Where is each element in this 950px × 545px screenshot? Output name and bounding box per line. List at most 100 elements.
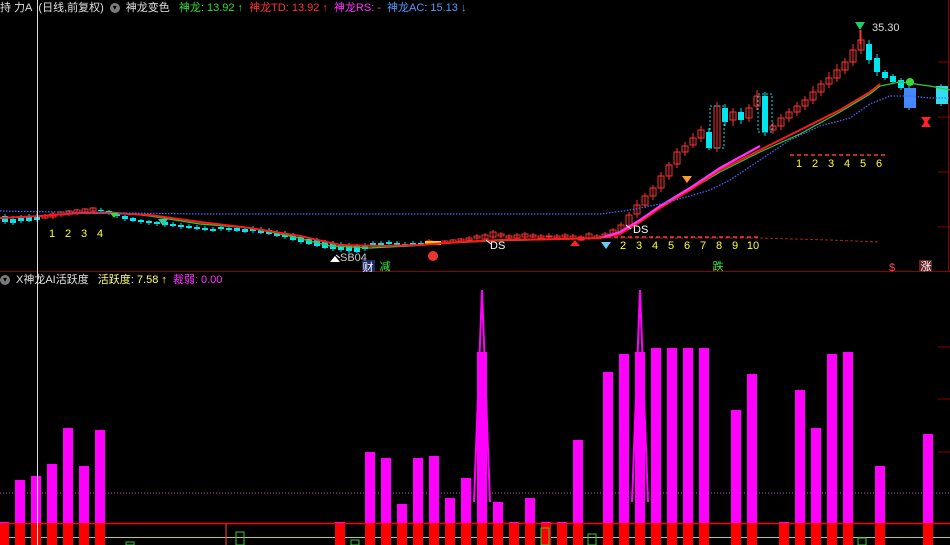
candle [545, 233, 553, 239]
candle [146, 220, 152, 225]
candle [665, 162, 673, 180]
count-label-2: 2 [620, 240, 626, 252]
candle [833, 64, 841, 82]
base-bar [31, 523, 41, 545]
candle-body [898, 80, 904, 88]
candle [857, 30, 865, 54]
candle-body [170, 224, 176, 226]
candle [729, 108, 737, 126]
candle-body [890, 76, 896, 82]
activity-bar [651, 348, 661, 545]
candle [785, 108, 793, 122]
candle [898, 78, 904, 90]
count-label-1: 2 [65, 228, 71, 240]
base-bar [619, 523, 629, 545]
base-bar [603, 523, 613, 545]
red-ball-icon [428, 251, 438, 261]
candle-body [98, 210, 104, 211]
count-label-3: 6 [876, 158, 882, 170]
count-label-3: 1 [796, 158, 802, 170]
crosshair-line [37, 0, 38, 545]
candle-body [138, 220, 144, 222]
count-label-2: 7 [700, 240, 706, 252]
base-bar [731, 523, 741, 545]
base-bar [493, 523, 503, 545]
candle-body [762, 96, 768, 132]
candle [370, 241, 376, 248]
count-label-1: 3 [81, 228, 87, 240]
activity-bar [795, 390, 805, 545]
base-bar [635, 523, 645, 545]
base-bar [445, 523, 455, 545]
candle [753, 90, 761, 110]
candle [170, 222, 176, 227]
base-bar [335, 523, 345, 545]
green-dot-icon [906, 78, 914, 86]
candlestick-chart[interactable]: 35.301 2 3 42 3 4 5 6 7 8 9 101 2 3 4 5 6DSDSSB04减跌 $ 涨财 [0, 0, 950, 272]
base-bar [843, 523, 853, 545]
die-badge: 跌 [713, 259, 724, 272]
candle [529, 233, 537, 238]
candle [745, 104, 753, 122]
candle [26, 214, 32, 222]
candle [521, 232, 529, 239]
activity-bar [667, 348, 677, 545]
candle-body [130, 218, 136, 221]
candle [673, 148, 681, 168]
base-bar [397, 523, 407, 545]
candle-body [904, 88, 916, 108]
candle [825, 72, 833, 88]
candle [713, 102, 721, 152]
candle [706, 128, 712, 150]
base-bar [573, 523, 583, 545]
candle [649, 185, 657, 200]
candle-body [234, 228, 240, 231]
candle-body [146, 221, 152, 223]
candle-body [882, 72, 888, 78]
candle [697, 126, 705, 142]
count-label-3: 2 [812, 158, 818, 170]
base-bar [747, 523, 757, 545]
base-bar [413, 523, 423, 545]
ds-label: DS [633, 224, 648, 236]
count-label-1: 4 [97, 228, 103, 240]
base-bar [79, 523, 89, 545]
count-label-2: 5 [668, 240, 674, 252]
candle [689, 133, 697, 148]
activity-bar [843, 352, 853, 545]
candle-body [122, 216, 128, 219]
count-label-2: 8 [716, 240, 722, 252]
candle-body [194, 227, 200, 229]
activity-bar [683, 348, 693, 545]
small-green-bar [587, 533, 597, 545]
high-price-label: 35.30 [872, 22, 900, 34]
base-bar [651, 523, 661, 545]
candle-body [218, 227, 224, 229]
candle [849, 44, 857, 66]
candle [537, 234, 545, 239]
candle [817, 80, 825, 96]
count-label-3: 5 [860, 158, 866, 170]
base-bar [365, 523, 375, 545]
base-bar [47, 523, 57, 545]
candle-body [874, 58, 880, 72]
count-label-2: 3 [636, 240, 642, 252]
candle [178, 223, 184, 229]
count-label-3: 3 [828, 158, 834, 170]
candle [809, 86, 817, 104]
candle-body [386, 242, 392, 244]
activity-bar [747, 374, 757, 545]
candle-body [242, 229, 248, 232]
ds-label: DS [490, 240, 505, 252]
count-label-2: 6 [684, 240, 690, 252]
candle-body [722, 108, 728, 122]
base-bar [827, 523, 837, 545]
candle-body [378, 243, 384, 245]
candle [122, 215, 128, 221]
base-bar [875, 523, 885, 545]
small-green-bar [350, 539, 360, 545]
base-bar [667, 523, 677, 545]
activity-chart[interactable] [0, 272, 950, 545]
base-bar [95, 523, 105, 545]
small-green-bar [235, 531, 245, 545]
